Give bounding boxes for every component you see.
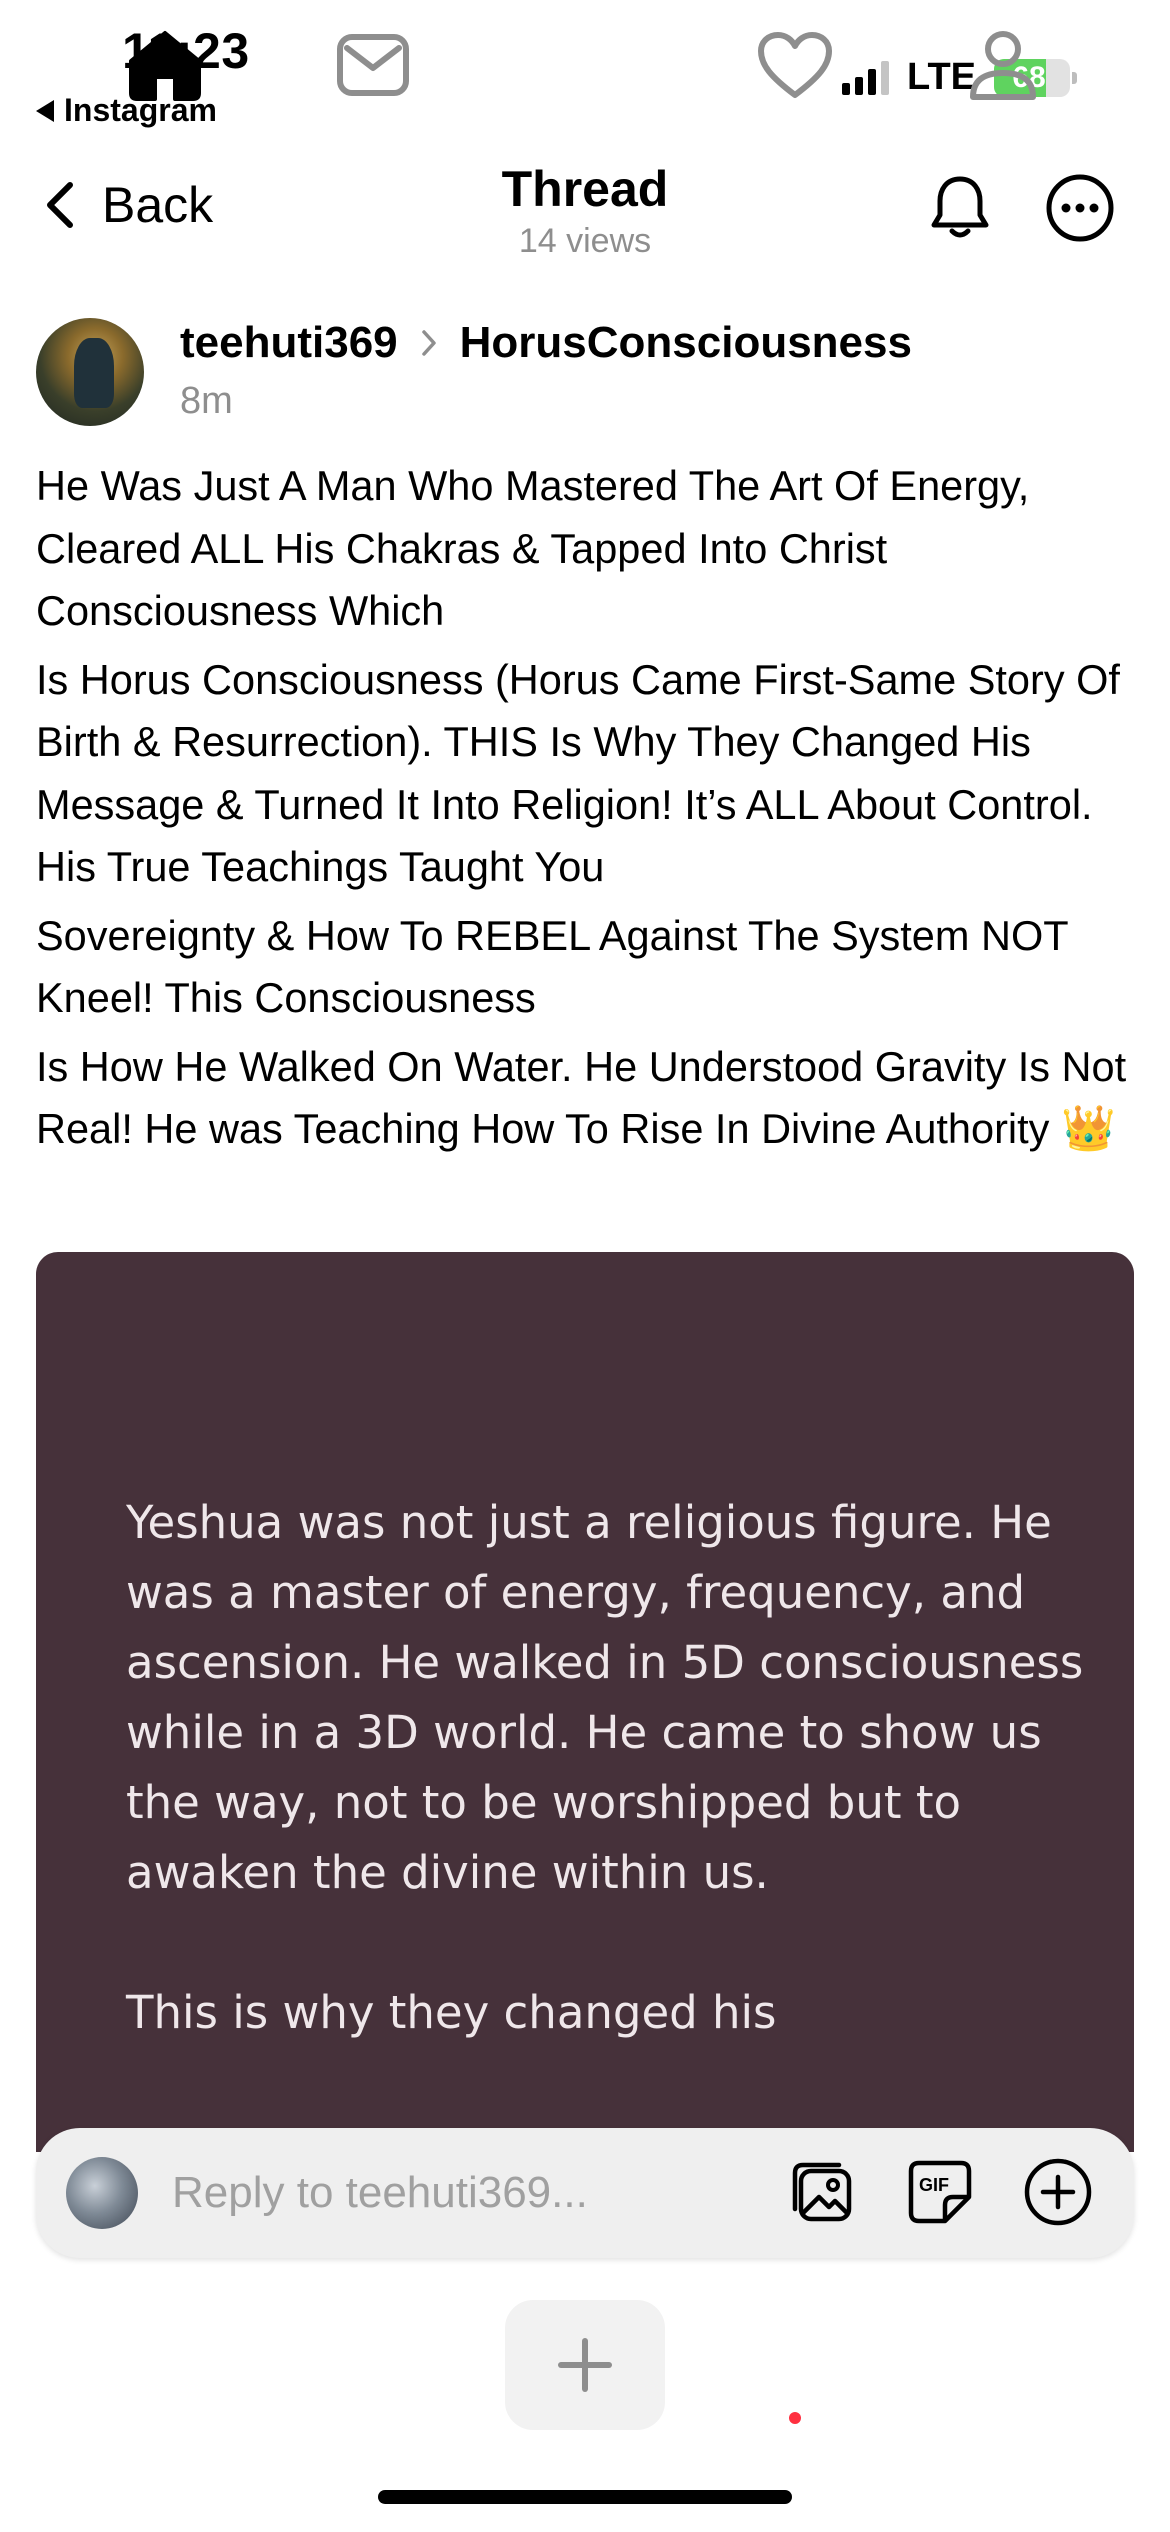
tab-new-post[interactable]: [505, 2300, 665, 2430]
user-avatar: [66, 2157, 138, 2229]
author-row: teehuti369 HorusConsciousness: [180, 318, 912, 368]
add-button[interactable]: [1022, 2156, 1094, 2228]
post-paragraph: Is How He Walked On Water. He Understood…: [36, 1042, 1127, 1153]
more-options-button[interactable]: [1040, 168, 1120, 248]
reply-bar: GIF: [36, 2128, 1134, 2258]
tab-inbox[interactable]: [313, 0, 433, 130]
community-name[interactable]: HorusConsciousness: [460, 318, 912, 368]
plus-icon: [558, 2338, 612, 2392]
notification-dot: [789, 2412, 801, 2424]
home-icon: [129, 31, 201, 101]
heart-icon: [758, 32, 832, 98]
chevron-right-icon: [421, 330, 436, 356]
reply-input[interactable]: [172, 2168, 732, 2218]
photo-gallery-icon: [792, 2162, 852, 2222]
gif-icon: GIF: [908, 2160, 972, 2224]
notifications-button[interactable]: [920, 168, 1000, 248]
reply-actions: GIF: [786, 2156, 1094, 2228]
post-paragraph: He Was Just A Man Who Mastered The Art O…: [36, 462, 1030, 634]
profile-icon: [970, 31, 1036, 100]
image-text-paragraph: Yeshua was not just a religious figure. …: [126, 1496, 1084, 1899]
more-icon: [1046, 174, 1114, 242]
post-paragraph: Is Horus Consciousness (Horus Came First…: [36, 655, 1120, 891]
back-triangle-icon: [36, 99, 54, 122]
image-text-paragraph: This is why they changed his: [126, 1986, 777, 2039]
crown-emoji: 👑: [1060, 1104, 1116, 1153]
gif-button[interactable]: GIF: [904, 2156, 976, 2228]
plus-circle-icon: [1024, 2158, 1092, 2226]
home-indicator[interactable]: [378, 2490, 792, 2504]
svg-text:GIF: GIF: [919, 2175, 949, 2195]
post-paragraph: Sovereignty & How To REBEL Against The S…: [36, 911, 1068, 1022]
author-avatar[interactable]: [36, 318, 144, 426]
post-image[interactable]: Yeshua was not just a religious figure. …: [36, 1252, 1134, 2152]
post-time: 8m: [180, 380, 233, 422]
photo-button[interactable]: [786, 2156, 858, 2228]
author-username[interactable]: teehuti369: [180, 318, 398, 368]
tab-home[interactable]: [105, 0, 225, 130]
bell-icon: [931, 176, 989, 238]
tab-profile[interactable]: [943, 0, 1063, 130]
inbox-icon: [337, 34, 409, 96]
post-paragraph-last: Is How He Walked On Water. He Understood…: [36, 1036, 1146, 1161]
tab-activity[interactable]: [735, 0, 855, 130]
image-text: Yeshua was not just a religious figure. …: [126, 1488, 1086, 2118]
post-text: He Was Just A Man Who Mastered The Art O…: [36, 455, 1146, 1167]
